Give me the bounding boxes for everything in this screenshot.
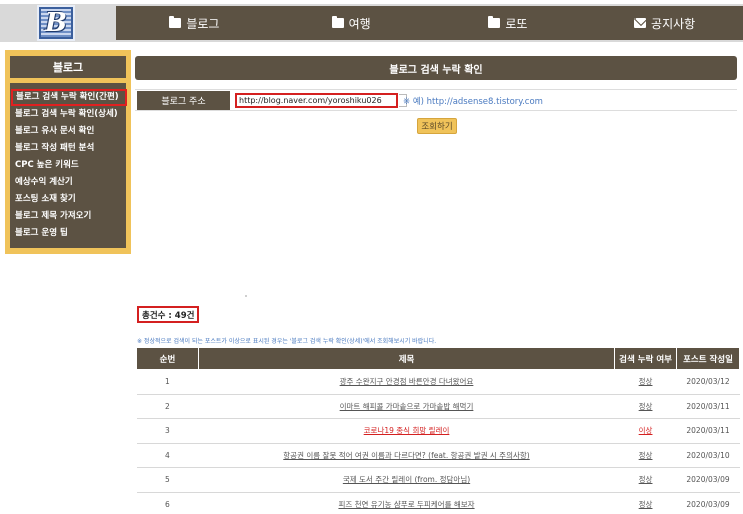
page-title: 블로그 검색 누락 확인 (135, 56, 737, 80)
nav-item-notice[interactable]: 공지사항 (586, 6, 743, 40)
search-status-link[interactable]: 정상 (639, 402, 653, 411)
row-date: 2020/03/09 (676, 467, 740, 493)
top-bar: B 블로그 여행 로또 공지사항 (0, 0, 743, 45)
sidebar-item-revenue-calculator[interactable]: 예상수익 계산기 (10, 174, 126, 191)
folder-icon (488, 16, 501, 28)
post-title-link[interactable]: 피즈 천연 유기농 샴푸로 두피케어를 해보자 (338, 500, 474, 509)
sidebar-item-tips[interactable]: 블로그 운영 팁 (10, 225, 126, 242)
post-title-link[interactable]: 항공권 이름 잘못 적어 여권 이름과 다르다면? (feat. 항공권 발권 … (283, 451, 529, 460)
row-number: 3 (136, 418, 199, 444)
site-logo[interactable]: B (37, 5, 75, 41)
sidebar: 블로그 블로그 검색 누락 확인(간편) 블로그 검색 누락 확인(상세) 블로… (5, 50, 131, 254)
row-number: 1 (136, 369, 199, 395)
search-button[interactable]: 조회하기 (417, 118, 457, 134)
row-title-cell: 항공권 이름 잘못 적어 여권 이름과 다르다면? (feat. 항공권 발권 … (198, 443, 615, 468)
row-date: 2020/03/11 (676, 394, 740, 419)
table-row: 2 이마트 해피콜 가마솥으로 가마솥밥 해먹기 정상 2020/03/11 (136, 394, 740, 419)
search-status-link[interactable]: 정상 (639, 475, 653, 484)
row-number: 6 (136, 492, 199, 514)
search-status-link[interactable]: 이상 (639, 426, 653, 435)
nav-label: 여행 (348, 16, 371, 31)
nav-label: 로또 (505, 16, 528, 31)
url-label: 블로그 주소 (137, 91, 230, 110)
loading-dot (245, 295, 247, 297)
table-body: 1 광주 수완지구 안경점 바른안경 다녀왔어요 정상 2020/03/12 2 이마트 … (136, 369, 740, 514)
row-date: 2020/03/11 (676, 418, 740, 444)
blog-url-input[interactable] (235, 93, 398, 108)
nav-item-blog[interactable]: 블로그 (116, 6, 273, 40)
sidebar-item-search-check-detail[interactable]: 블로그 검색 누락 확인(상세) (10, 106, 126, 123)
row-date: 2020/03/12 (676, 369, 740, 395)
nav-item-lotto[interactable]: 로또 (430, 6, 587, 40)
table-header-row: 순번 제목 검색 누락 여부 포스트 작성일 (136, 347, 740, 370)
mail-icon (634, 18, 647, 28)
row-title-cell: 코로나19 종식 희망 릴레이 (198, 418, 615, 444)
row-status-cell: 정상 (614, 369, 677, 395)
header-title: 제목 (197, 347, 616, 370)
sidebar-item-cpc-keywords[interactable]: CPC 높은 키워드 (10, 157, 126, 174)
table-row: 3 코로나19 종식 희망 릴레이 이상 2020/03/11 (136, 418, 740, 444)
post-title-link[interactable]: 코로나19 종식 희망 릴레이 (364, 426, 450, 435)
table-row: 5 국제 도서 주간 릴레이 (from. 정담아님) 정상 2020/03/09 (136, 467, 740, 493)
logo-letter: B (45, 8, 67, 38)
sidebar-item-title-fetcher[interactable]: 블로그 제목 가져오기 (10, 208, 126, 225)
row-status-cell: 정상 (614, 492, 677, 514)
row-number: 5 (136, 467, 199, 493)
post-title-link[interactable]: 이마트 해피콜 가마솥으로 가마솥밥 해먹기 (340, 402, 474, 411)
sidebar-menu: 블로그 검색 누락 확인(간편) 블로그 검색 누락 확인(상세) 블로그 유사… (10, 83, 127, 248)
info-note: ※ 정상적으로 검색이 되는 포스트가 이상으로 표시된 경우는 '블로그 검색… (137, 338, 437, 345)
header-date: 포스트 작성일 (676, 347, 740, 370)
row-status-cell: 정상 (614, 394, 677, 419)
results-table: 순번 제목 검색 누락 여부 포스트 작성일 1 광주 수완지구 안경점 바른안경… (136, 347, 740, 514)
sidebar-title: 블로그 (10, 56, 126, 78)
table-row: 4 항공권 이름 잘못 적어 여권 이름과 다르다면? (feat. 항공권 발권… (136, 443, 740, 468)
nav-label: 공지사항 (651, 16, 696, 31)
search-status-link[interactable]: 정상 (639, 451, 653, 460)
total-count: 총건수 : 49건 (137, 306, 200, 323)
row-title-cell: 광주 수완지구 안경점 바른안경 다녀왔어요 (198, 369, 615, 395)
folder-icon (331, 16, 344, 28)
sidebar-item-topic-finder[interactable]: 포스팅 소재 찾기 (10, 191, 126, 208)
table-row: 6 피즈 천연 유기농 샴푸로 두피케어를 해보자 정상 2020/03/09 (136, 492, 740, 514)
logo-pattern: B (41, 9, 71, 37)
row-title-cell: 피즈 천연 유기농 샴푸로 두피케어를 해보자 (198, 492, 615, 514)
post-title-link[interactable]: 광주 수완지구 안경점 바른안경 다녀왔어요 (340, 377, 474, 386)
row-title-cell: 이마트 해피콜 가마솥으로 가마솥밥 해먹기 (198, 394, 615, 419)
row-number: 4 (136, 443, 199, 468)
row-title-cell: 국제 도서 주간 릴레이 (from. 정담아님) (198, 467, 615, 493)
url-example-hint: ※ 예) http://adsense8.tistory.com (403, 97, 543, 107)
nav-label: 블로그 (186, 16, 220, 31)
folder-icon (169, 16, 182, 28)
url-form-row: 블로그 주소 ※ 예) http://adsense8.tistory.com (135, 89, 737, 111)
row-status-cell: 정상 (614, 443, 677, 468)
row-number: 2 (136, 394, 199, 419)
row-status-cell: 정상 (614, 467, 677, 493)
sidebar-item-similar-docs[interactable]: 블로그 유사 문서 확인 (10, 123, 126, 140)
search-status-link[interactable]: 정상 (639, 500, 653, 509)
post-title-link[interactable]: 국제 도서 주간 릴레이 (from. 정담아님) (343, 475, 470, 484)
nav-item-travel[interactable]: 여행 (273, 6, 430, 40)
sidebar-item-pattern-analysis[interactable]: 블로그 작성 패턴 분석 (10, 140, 126, 157)
row-status-cell: 이상 (614, 418, 677, 444)
main-nav: 블로그 여행 로또 공지사항 (116, 6, 743, 40)
row-date: 2020/03/09 (676, 492, 740, 514)
sidebar-item-search-check-simple[interactable]: 블로그 검색 누락 확인(간편) (11, 89, 127, 106)
header-status: 검색 누락 여부 (614, 347, 678, 370)
header-number: 순번 (136, 347, 199, 370)
table-row: 1 광주 수완지구 안경점 바른안경 다녀왔어요 정상 2020/03/12 (136, 369, 740, 395)
row-date: 2020/03/10 (676, 443, 740, 468)
search-status-link[interactable]: 정상 (639, 377, 653, 386)
